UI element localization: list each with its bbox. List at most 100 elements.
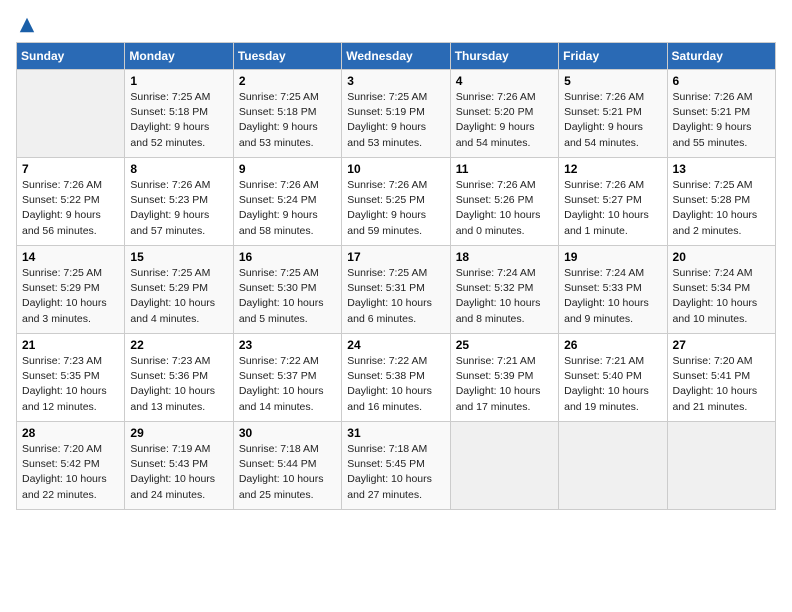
- day-info: Sunrise: 7:26 AMSunset: 5:22 PMDaylight:…: [22, 178, 119, 239]
- day-number: 27: [673, 338, 770, 352]
- header-cell-friday: Friday: [559, 43, 667, 70]
- logo-icon: [18, 16, 36, 34]
- calendar-cell: 25 Sunrise: 7:21 AMSunset: 5:39 PMDayligh…: [450, 334, 558, 422]
- day-info: Sunrise: 7:21 AMSunset: 5:40 PMDaylight:…: [564, 354, 661, 415]
- day-info: Sunrise: 7:24 AMSunset: 5:32 PMDaylight:…: [456, 266, 553, 327]
- day-info: Sunrise: 7:25 AMSunset: 5:29 PMDaylight:…: [130, 266, 227, 327]
- day-info: Sunrise: 7:26 AMSunset: 5:25 PMDaylight:…: [347, 178, 444, 239]
- day-number: 22: [130, 338, 227, 352]
- calendar-cell: 19 Sunrise: 7:24 AMSunset: 5:33 PMDayligh…: [559, 246, 667, 334]
- calendar-week-1: 1 Sunrise: 7:25 AMSunset: 5:18 PMDaylight…: [17, 70, 776, 158]
- calendar-cell: 29 Sunrise: 7:19 AMSunset: 5:43 PMDayligh…: [125, 422, 233, 510]
- logo: [16, 16, 36, 34]
- calendar-cell: 6 Sunrise: 7:26 AMSunset: 5:21 PMDaylight…: [667, 70, 775, 158]
- header-cell-monday: Monday: [125, 43, 233, 70]
- day-number: 8: [130, 162, 227, 176]
- calendar-cell: 26 Sunrise: 7:21 AMSunset: 5:40 PMDayligh…: [559, 334, 667, 422]
- calendar-cell: 18 Sunrise: 7:24 AMSunset: 5:32 PMDayligh…: [450, 246, 558, 334]
- day-info: Sunrise: 7:26 AMSunset: 5:21 PMDaylight:…: [673, 90, 770, 151]
- calendar-table: SundayMondayTuesdayWednesdayThursdayFrid…: [16, 42, 776, 510]
- calendar-body: 1 Sunrise: 7:25 AMSunset: 5:18 PMDaylight…: [17, 70, 776, 510]
- day-info: Sunrise: 7:23 AMSunset: 5:35 PMDaylight:…: [22, 354, 119, 415]
- calendar-cell: 28Sunrise: 7:20 AMSunset: 5:42 PMDayligh…: [17, 422, 125, 510]
- day-number: 11: [456, 162, 553, 176]
- calendar-cell: 10 Sunrise: 7:26 AMSunset: 5:25 PMDayligh…: [342, 158, 450, 246]
- day-number: 14: [22, 250, 119, 264]
- day-info: Sunrise: 7:23 AMSunset: 5:36 PMDaylight:…: [130, 354, 227, 415]
- day-number: 1: [130, 74, 227, 88]
- calendar-cell: 7 Sunrise: 7:26 AMSunset: 5:22 PMDaylight…: [17, 158, 125, 246]
- day-info: Sunrise: 7:26 AMSunset: 5:23 PMDaylight:…: [130, 178, 227, 239]
- day-number: 31: [347, 426, 444, 440]
- day-number: 18: [456, 250, 553, 264]
- header-cell-sunday: Sunday: [17, 43, 125, 70]
- day-number: 29: [130, 426, 227, 440]
- calendar-cell: 11 Sunrise: 7:26 AMSunset: 5:26 PMDayligh…: [450, 158, 558, 246]
- header-cell-saturday: Saturday: [667, 43, 775, 70]
- day-number: 2: [239, 74, 336, 88]
- day-number: 10: [347, 162, 444, 176]
- calendar-cell: 2 Sunrise: 7:25 AMSunset: 5:18 PMDaylight…: [233, 70, 341, 158]
- calendar-cell: 16Sunrise: 7:25 AMSunset: 5:30 PMDayligh…: [233, 246, 341, 334]
- day-info: Sunrise: 7:18 AMSunset: 5:45 PMDaylight:…: [347, 442, 444, 503]
- day-info: Sunrise: 7:26 AMSunset: 5:20 PMDaylight:…: [456, 90, 553, 151]
- day-number: 25: [456, 338, 553, 352]
- calendar-cell: 23 Sunrise: 7:22 AMSunset: 5:37 PMDayligh…: [233, 334, 341, 422]
- day-number: 28: [22, 426, 119, 440]
- calendar-cell: 1Sunrise: 7:25 AMSunset: 5:18 PMDaylight…: [125, 70, 233, 158]
- day-info: Sunrise: 7:25 AMSunset: 5:18 PMDaylight:…: [239, 90, 336, 151]
- calendar-cell: 30Sunrise: 7:18 AMSunset: 5:44 PMDayligh…: [233, 422, 341, 510]
- day-number: 4: [456, 74, 553, 88]
- day-info: Sunrise: 7:21 AMSunset: 5:39 PMDaylight:…: [456, 354, 553, 415]
- day-number: 15: [130, 250, 227, 264]
- day-number: 12: [564, 162, 661, 176]
- day-info: Sunrise: 7:22 AMSunset: 5:38 PMDaylight:…: [347, 354, 444, 415]
- calendar-cell: 17Sunrise: 7:25 AMSunset: 5:31 PMDayligh…: [342, 246, 450, 334]
- day-number: 24: [347, 338, 444, 352]
- calendar-cell: [667, 422, 775, 510]
- calendar-cell: 21 Sunrise: 7:23 AMSunset: 5:35 PMDayligh…: [17, 334, 125, 422]
- calendar-cell: 4 Sunrise: 7:26 AMSunset: 5:20 PMDaylight…: [450, 70, 558, 158]
- calendar-cell: 5 Sunrise: 7:26 AMSunset: 5:21 PMDaylight…: [559, 70, 667, 158]
- day-info: Sunrise: 7:24 AMSunset: 5:33 PMDaylight:…: [564, 266, 661, 327]
- page-header: [16, 16, 776, 34]
- calendar-cell: 22 Sunrise: 7:23 AMSunset: 5:36 PMDayligh…: [125, 334, 233, 422]
- day-number: 7: [22, 162, 119, 176]
- calendar-header-row: SundayMondayTuesdayWednesdayThursdayFrid…: [17, 43, 776, 70]
- day-number: 6: [673, 74, 770, 88]
- day-info: Sunrise: 7:26 AMSunset: 5:21 PMDaylight:…: [564, 90, 661, 151]
- day-number: 21: [22, 338, 119, 352]
- calendar-cell: 3 Sunrise: 7:25 AMSunset: 5:19 PMDaylight…: [342, 70, 450, 158]
- day-info: Sunrise: 7:18 AMSunset: 5:44 PMDaylight:…: [239, 442, 336, 503]
- calendar-cell: 12 Sunrise: 7:26 AMSunset: 5:27 PMDayligh…: [559, 158, 667, 246]
- day-number: 13: [673, 162, 770, 176]
- header-cell-tuesday: Tuesday: [233, 43, 341, 70]
- day-number: 3: [347, 74, 444, 88]
- day-info: Sunrise: 7:25 AMSunset: 5:19 PMDaylight:…: [347, 90, 444, 151]
- calendar-cell: 8 Sunrise: 7:26 AMSunset: 5:23 PMDaylight…: [125, 158, 233, 246]
- day-number: 20: [673, 250, 770, 264]
- calendar-week-4: 21 Sunrise: 7:23 AMSunset: 5:35 PMDayligh…: [17, 334, 776, 422]
- day-number: 19: [564, 250, 661, 264]
- day-info: Sunrise: 7:24 AMSunset: 5:34 PMDaylight:…: [673, 266, 770, 327]
- day-number: 5: [564, 74, 661, 88]
- day-info: Sunrise: 7:26 AMSunset: 5:26 PMDaylight:…: [456, 178, 553, 239]
- day-info: Sunrise: 7:26 AMSunset: 5:27 PMDaylight:…: [564, 178, 661, 239]
- calendar-cell: 27 Sunrise: 7:20 AMSunset: 5:41 PMDayligh…: [667, 334, 775, 422]
- day-number: 17: [347, 250, 444, 264]
- day-info: Sunrise: 7:25 AMSunset: 5:30 PMDaylight:…: [239, 266, 336, 327]
- day-info: Sunrise: 7:26 AMSunset: 5:24 PMDaylight:…: [239, 178, 336, 239]
- day-info: Sunrise: 7:25 AMSunset: 5:29 PMDaylight:…: [22, 266, 119, 327]
- calendar-cell: 15 Sunrise: 7:25 AMSunset: 5:29 PMDayligh…: [125, 246, 233, 334]
- day-info: Sunrise: 7:19 AMSunset: 5:43 PMDaylight:…: [130, 442, 227, 503]
- calendar-week-5: 28Sunrise: 7:20 AMSunset: 5:42 PMDayligh…: [17, 422, 776, 510]
- day-info: Sunrise: 7:20 AMSunset: 5:41 PMDaylight:…: [673, 354, 770, 415]
- day-number: 26: [564, 338, 661, 352]
- calendar-cell: 20 Sunrise: 7:24 AMSunset: 5:34 PMDayligh…: [667, 246, 775, 334]
- day-info: Sunrise: 7:22 AMSunset: 5:37 PMDaylight:…: [239, 354, 336, 415]
- calendar-cell: 9Sunrise: 7:26 AMSunset: 5:24 PMDaylight…: [233, 158, 341, 246]
- calendar-week-3: 14 Sunrise: 7:25 AMSunset: 5:29 PMDayligh…: [17, 246, 776, 334]
- calendar-cell: [17, 70, 125, 158]
- day-number: 23: [239, 338, 336, 352]
- header-cell-wednesday: Wednesday: [342, 43, 450, 70]
